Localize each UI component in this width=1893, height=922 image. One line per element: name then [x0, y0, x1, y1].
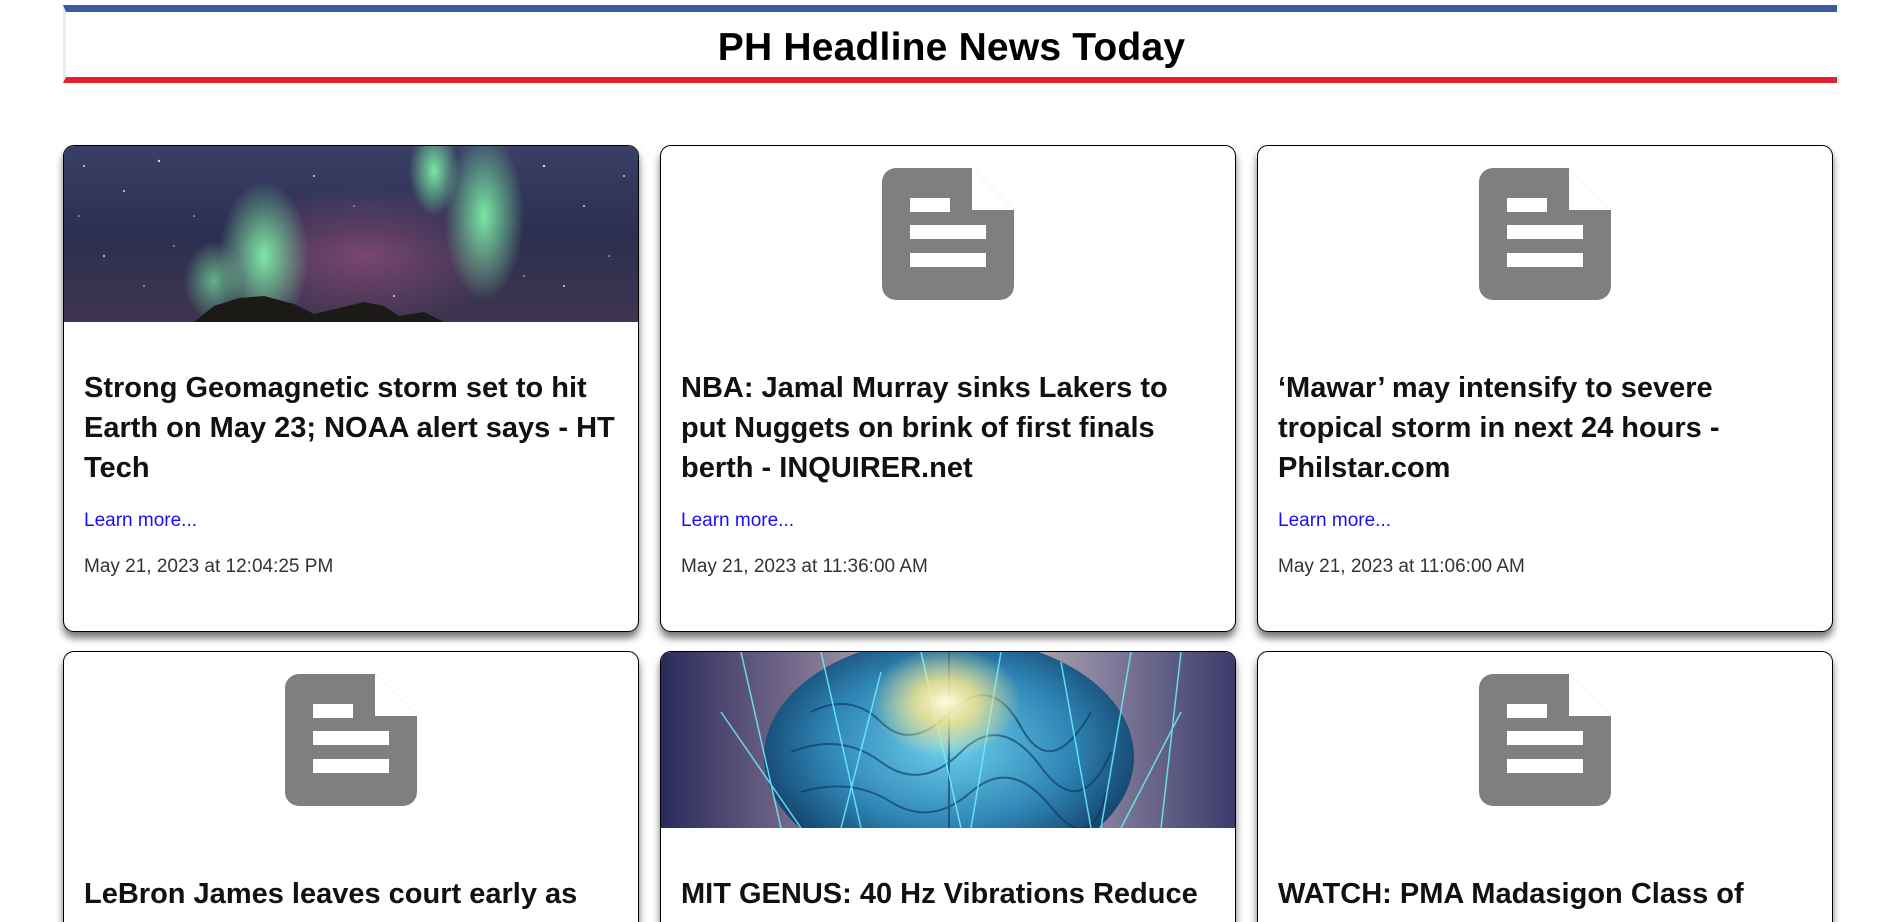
- article-date: May 21, 2023 at 11:06:00 AM: [1278, 556, 1525, 577]
- brain-thumbnail[interactable]: [661, 652, 1235, 828]
- article-date: May 21, 2023 at 12:04:25 PM: [84, 556, 334, 577]
- document-icon: [285, 674, 417, 806]
- article-date: May 21, 2023 at 11:36:00 AM: [681, 556, 928, 577]
- aurora-thumbnail[interactable]: [64, 146, 638, 322]
- news-card[interactable]: NBA: Jamal Murray sinks Lakers to put Nu…: [660, 145, 1236, 632]
- learn-more-link[interactable]: Learn more...: [1278, 510, 1391, 532]
- news-card[interactable]: MIT GENUS: 40 Hz Vibrations Reduce: [660, 651, 1236, 922]
- document-icon: [1479, 674, 1611, 806]
- news-card[interactable]: ‘Mawar’ may intensify to severe tropical…: [1257, 145, 1833, 632]
- page-header: PH Headline News Today: [63, 5, 1837, 83]
- learn-more-link[interactable]: Learn more...: [84, 510, 197, 532]
- article-title[interactable]: MIT GENUS: 40 Hz Vibrations Reduce: [681, 874, 1215, 914]
- document-icon: [882, 168, 1014, 300]
- news-page: PH Headline News Today Strong Geomagneti…: [0, 0, 1893, 922]
- article-title[interactable]: LeBron James leaves court early as: [84, 874, 618, 914]
- news-card[interactable]: WATCH: PMA Madasigon Class of: [1257, 651, 1833, 922]
- article-title[interactable]: WATCH: PMA Madasigon Class of: [1278, 874, 1812, 914]
- page-title: PH Headline News Today: [717, 26, 1186, 69]
- article-title[interactable]: ‘Mawar’ may intensify to severe tropical…: [1278, 368, 1812, 488]
- article-title[interactable]: NBA: Jamal Murray sinks Lakers to put Nu…: [681, 368, 1215, 488]
- document-icon: [1479, 168, 1611, 300]
- learn-more-link[interactable]: Learn more...: [681, 510, 794, 532]
- news-card[interactable]: Strong Geomagnetic storm set to hit Eart…: [63, 145, 639, 632]
- article-title[interactable]: Strong Geomagnetic storm set to hit Eart…: [84, 368, 618, 488]
- news-card[interactable]: LeBron James leaves court early as: [63, 651, 639, 922]
